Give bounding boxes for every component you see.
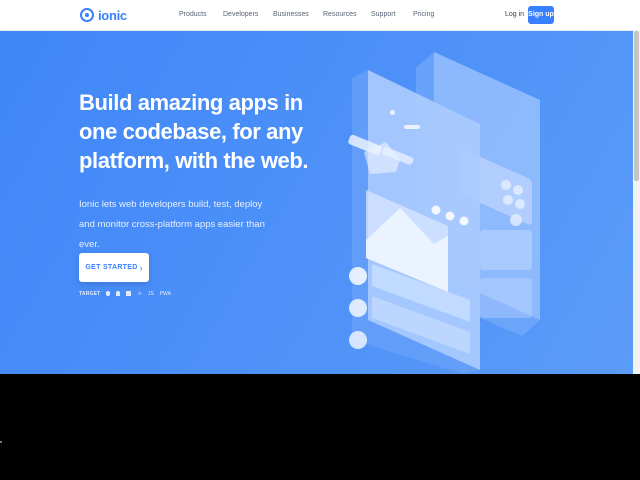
get-started-button[interactable]: GET STARTED › bbox=[79, 253, 149, 282]
target-platforms: TARGET ⚛ JS PWA bbox=[79, 289, 177, 299]
landing-page: ionic Products Developers Businesses Res… bbox=[0, 0, 640, 374]
nav-resources[interactable]: Resources bbox=[323, 11, 356, 18]
login-link[interactable]: Log in bbox=[505, 11, 524, 18]
brand-name: ionic bbox=[98, 7, 127, 23]
screen-artifact bbox=[0, 441, 2, 443]
signup-button[interactable]: Sign up bbox=[528, 6, 554, 24]
nav-support[interactable]: Support bbox=[371, 11, 396, 18]
windows-icon bbox=[126, 290, 132, 298]
ionic-logo-icon bbox=[80, 8, 94, 22]
chevron-right-icon: › bbox=[139, 262, 143, 273]
pwa-icon: PWA bbox=[159, 291, 171, 297]
apple-icon bbox=[106, 290, 111, 298]
phone-illustration bbox=[348, 52, 540, 374]
hero-headline: Build amazing apps in one codebase, for … bbox=[79, 90, 309, 173]
top-navigation-bar: ionic Products Developers Businesses Res… bbox=[0, 0, 640, 31]
nav-pricing[interactable]: Pricing bbox=[413, 11, 434, 18]
electron-icon: ⚛ bbox=[137, 291, 142, 297]
hero-subheadline: Ionic lets web developers build, test, d… bbox=[79, 199, 265, 250]
targets-label: TARGET bbox=[79, 291, 101, 297]
ionic-logo[interactable]: ionic bbox=[80, 6, 127, 24]
front-phone bbox=[349, 70, 480, 374]
nav-developers[interactable]: Developers bbox=[223, 11, 258, 18]
js-icon: JS bbox=[147, 291, 154, 297]
scrollbar-thumb[interactable] bbox=[634, 31, 639, 181]
nav-businesses[interactable]: Businesses bbox=[273, 11, 309, 18]
get-started-label: GET STARTED bbox=[85, 264, 138, 271]
nav-products[interactable]: Products bbox=[179, 11, 207, 18]
android-icon bbox=[116, 290, 121, 298]
